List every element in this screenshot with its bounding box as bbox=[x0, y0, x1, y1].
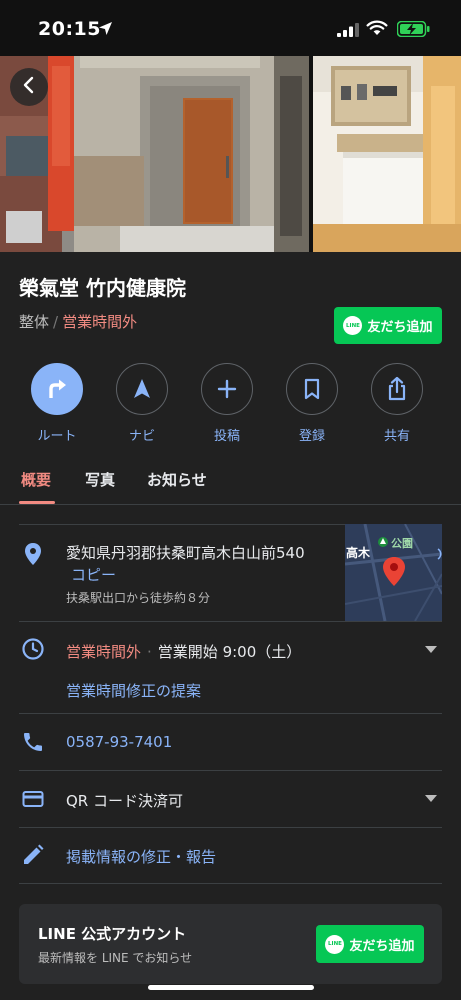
edit-pencil-icon bbox=[21, 843, 45, 871]
hours-status: 営業時間外 bbox=[66, 643, 142, 661]
divider bbox=[19, 713, 442, 714]
navigate-label: ナビ bbox=[128, 429, 155, 444]
line-logo-icon: LINE bbox=[343, 316, 363, 335]
battery-charging-icon bbox=[396, 20, 430, 41]
hours-next-open: 営業開始 9:00（土） bbox=[157, 643, 302, 661]
map-park-label: 公園 bbox=[391, 537, 413, 550]
back-button[interactable] bbox=[10, 68, 48, 106]
home-indicator[interactable] bbox=[148, 985, 314, 990]
post-button[interactable]: 投稿 bbox=[192, 363, 262, 444]
map-thumbnail[interactable]: 高木 公園 bbox=[345, 524, 442, 621]
post-label: 投稿 bbox=[213, 429, 240, 444]
credit-card-icon bbox=[21, 787, 45, 815]
hours-summary[interactable]: 営業時間外 · 営業開始 9:00（土） bbox=[66, 641, 301, 662]
photo-strip[interactable] bbox=[0, 56, 461, 252]
phone-icon bbox=[21, 730, 45, 758]
interior-photo[interactable] bbox=[313, 56, 461, 252]
status-time: 20:15 bbox=[38, 18, 101, 40]
hours-separator: · bbox=[147, 643, 152, 661]
tab-updates[interactable]: お知らせ bbox=[147, 469, 207, 490]
route-button[interactable]: ルート bbox=[22, 363, 92, 444]
tab-photos[interactable]: 写真 bbox=[85, 469, 115, 490]
payment-expand-icon[interactable] bbox=[425, 795, 437, 802]
place-subline: 整体 / 営業時間外 bbox=[19, 311, 137, 332]
line-add-friend-button[interactable]: LINE 友だち追加 bbox=[334, 307, 442, 344]
location-pin-icon bbox=[21, 541, 45, 571]
chevron-left-icon bbox=[21, 76, 37, 98]
wifi-icon bbox=[366, 20, 388, 40]
map-area-label: 高木 bbox=[346, 546, 371, 560]
clock-icon bbox=[21, 637, 45, 665]
line-card-button-label: 友だち追加 bbox=[349, 938, 415, 954]
payment-info[interactable]: QR コード決済可 bbox=[66, 790, 183, 811]
divider bbox=[19, 770, 442, 771]
walking-distance: 扶桑駅出口から徒歩約８分 bbox=[66, 591, 211, 605]
place-title: 榮氣堂 竹内健康院 bbox=[19, 276, 186, 300]
status-bar: 20:15 bbox=[0, 0, 461, 56]
share-button[interactable]: 共有 bbox=[362, 363, 432, 444]
open-status: 営業時間外 bbox=[62, 313, 138, 331]
place-category: 整体 bbox=[19, 313, 50, 331]
save-button[interactable]: 登録 bbox=[277, 363, 347, 444]
bookmark-icon bbox=[286, 363, 338, 415]
copy-address-link[interactable]: コピー bbox=[71, 564, 116, 585]
share-label: 共有 bbox=[383, 429, 410, 444]
route-label: ルート bbox=[37, 429, 77, 444]
signal-icon bbox=[337, 22, 359, 41]
suggest-edit-link[interactable]: 掲載情報の修正・報告 bbox=[66, 846, 216, 867]
line-card-add-friend-button[interactable]: LINE 友だち追加 bbox=[316, 925, 424, 963]
directions-icon bbox=[31, 363, 83, 415]
share-icon bbox=[371, 363, 423, 415]
phone-number-link[interactable]: 0587-93-7401 bbox=[66, 733, 172, 751]
divider bbox=[19, 883, 442, 884]
tab-overview[interactable]: 概要 bbox=[21, 469, 51, 490]
plus-icon bbox=[201, 363, 253, 415]
divider bbox=[19, 827, 442, 828]
address-text[interactable]: 愛知県丹羽郡扶桑町高木白山前540 bbox=[66, 542, 305, 563]
line-add-friend-label: 友だち追加 bbox=[367, 320, 433, 335]
tabs-divider bbox=[0, 504, 461, 505]
navigate-button[interactable]: ナビ bbox=[107, 363, 177, 444]
line-card-title: LINE 公式アカウント bbox=[38, 925, 187, 943]
line-account-card: LINE 公式アカウント 最新情報を LINE でお知らせ LINE 友だち追加 bbox=[19, 904, 442, 984]
category-separator: / bbox=[53, 313, 59, 331]
location-arrow-icon bbox=[98, 21, 113, 40]
line-logo-icon: LINE bbox=[325, 934, 345, 954]
divider bbox=[19, 621, 442, 622]
suggest-hours-link[interactable]: 営業時間修正の提案 bbox=[66, 680, 201, 701]
hours-expand-icon[interactable] bbox=[425, 646, 437, 653]
save-label: 登録 bbox=[298, 429, 325, 444]
navigate-icon bbox=[116, 363, 168, 415]
line-card-subtitle: 最新情報を LINE でお知らせ bbox=[38, 951, 193, 965]
